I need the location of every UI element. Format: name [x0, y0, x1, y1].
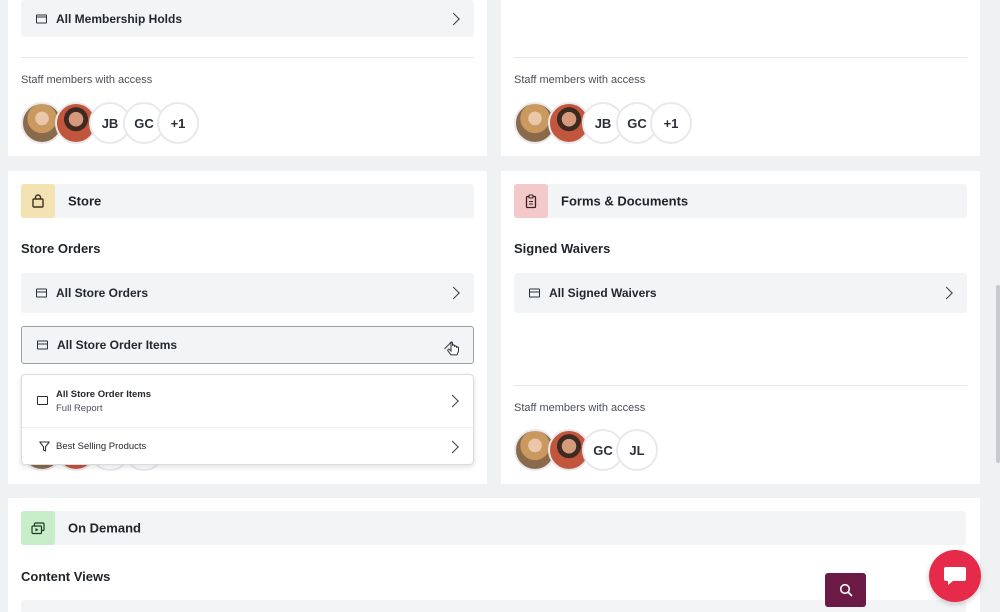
subsection-title: Store Orders [21, 241, 101, 256]
table-icon [37, 396, 48, 405]
page-scrollbar-thumb[interactable] [996, 285, 1000, 463]
report-row-all-store-orders[interactable]: All Store Orders [21, 273, 474, 313]
divider [21, 57, 474, 58]
report-row-label[interactable]: All Store Order Items [57, 338, 177, 352]
report-row-all-signed-waivers[interactable]: All Signed Waivers [514, 273, 967, 313]
chevron-right-icon [447, 12, 460, 25]
chevron-right-icon [940, 286, 953, 300]
chat-button[interactable] [929, 550, 981, 602]
staff-access-label: Staff members with access [514, 74, 646, 86]
card-memberships: All Membership Holds Staff members with … [8, 0, 487, 156]
staff-access-label: Staff members with access [514, 402, 646, 414]
avatar[interactable]: JL [616, 429, 658, 471]
search-button[interactable] [825, 573, 866, 607]
table-icon [36, 288, 47, 298]
table-icon [529, 288, 540, 298]
dropdown-item-best-selling[interactable]: Best Selling Products [22, 428, 473, 466]
chevron-right-icon [447, 286, 460, 300]
report-row-label: All Membership Holds [56, 11, 183, 26]
dropdown-item-subtitle: Full Report [56, 403, 103, 414]
divider [514, 57, 967, 58]
card-forms-documents: Forms & Documents Signed Waivers All Sig… [501, 171, 980, 484]
subsection-title: Signed Waivers [514, 241, 611, 256]
shopping-bag-icon [21, 184, 55, 218]
report-row-label[interactable]: All Signed Waivers [549, 286, 657, 300]
section-header-store: Store [21, 184, 474, 218]
staff-avatar-group: JB GC +1 [514, 102, 692, 144]
report-row-label[interactable]: All Store Orders [56, 286, 148, 300]
avatar-overflow-count[interactable]: +1 [157, 102, 199, 144]
chat-bubble-icon [944, 567, 966, 585]
search-icon [839, 583, 852, 597]
avatar-overflow-count[interactable]: +1 [650, 102, 692, 144]
chevron-right-icon [446, 440, 459, 454]
subsection-title: Content Views [21, 569, 111, 584]
section-title: Store [68, 193, 102, 209]
dropdown-item-title: All Store Order Items [56, 389, 152, 400]
hand-cursor-icon [447, 341, 459, 356]
card-right-top: Staff members with access JB GC +1 [501, 0, 980, 156]
report-dropdown-menu: All Store Order Items Full Report Best S… [21, 374, 474, 465]
table-icon [36, 14, 47, 23]
staff-avatar-group: GC JL [514, 429, 658, 471]
section-title: On Demand [68, 520, 141, 536]
section-header-on-demand: On Demand [21, 511, 966, 545]
chevron-right-icon [446, 394, 459, 408]
dropdown-item-title: Best Selling Products [56, 441, 147, 452]
section-header-forms: Forms & Documents [514, 184, 967, 218]
video-library-icon [21, 511, 55, 545]
table-icon [37, 340, 48, 350]
staff-access-label: Staff members with access [21, 74, 153, 86]
filter-icon [39, 441, 50, 452]
section-title: Forms & Documents [561, 193, 689, 209]
divider [514, 385, 967, 386]
staff-avatar-group: JB GC +1 [21, 102, 199, 144]
dropdown-item-full-report[interactable]: All Store Order Items Full Report [22, 375, 473, 428]
report-row-all-store-order-items[interactable]: All Store Order Items [21, 326, 474, 364]
clipboard-icon [514, 184, 548, 218]
report-row-all-membership-holds[interactable]: All Membership Holds [21, 0, 474, 37]
